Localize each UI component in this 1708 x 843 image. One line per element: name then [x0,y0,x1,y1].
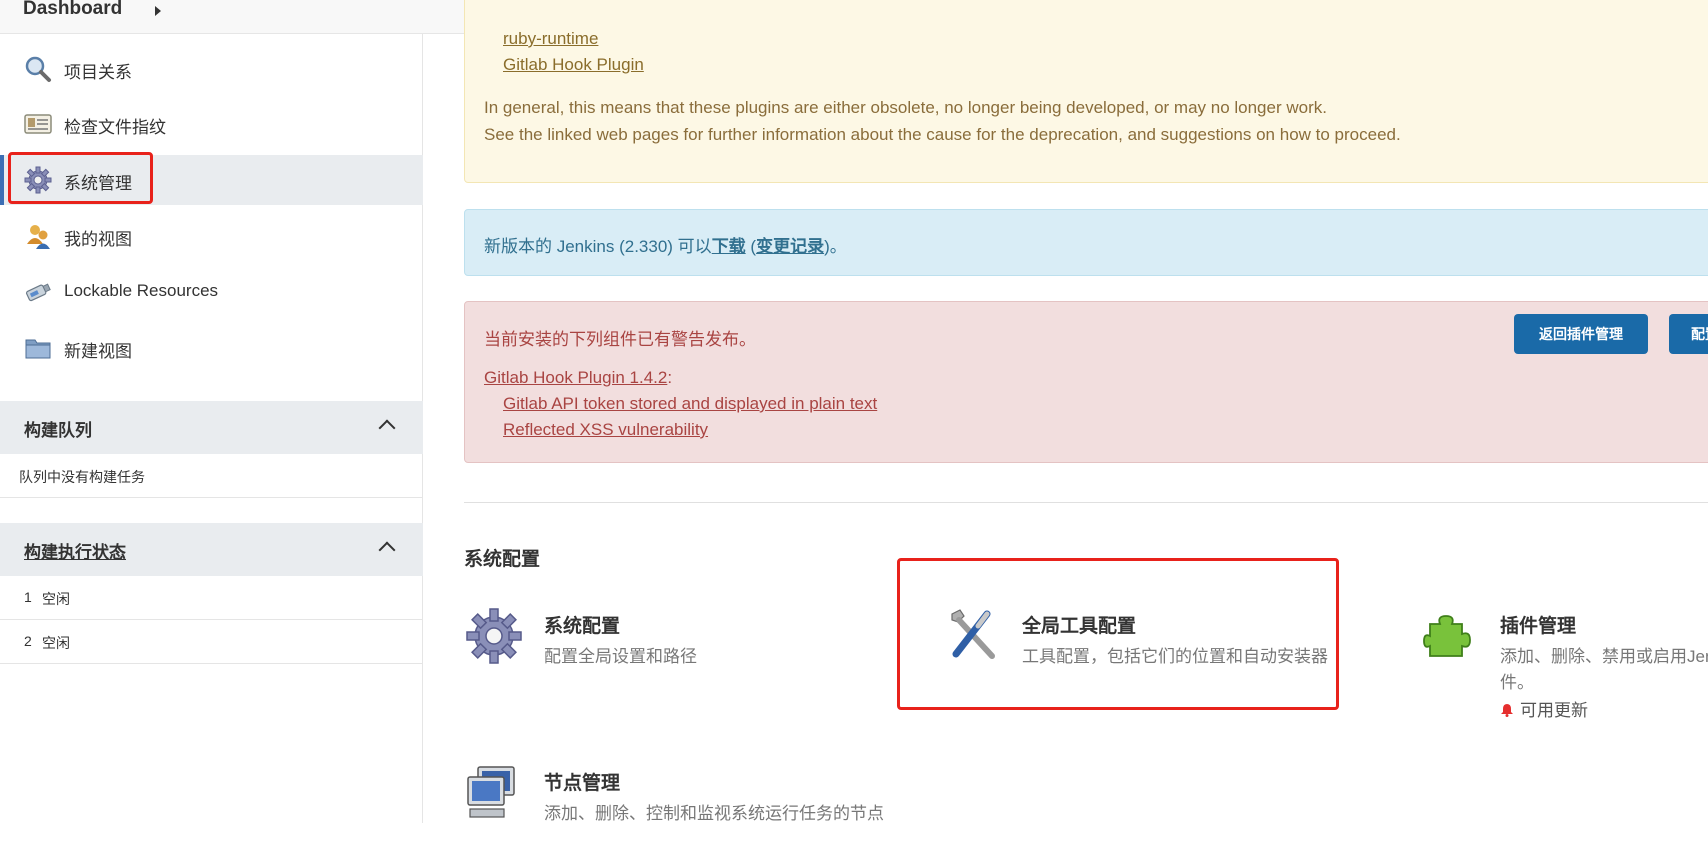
executor-number: 2 [24,633,32,649]
search-icon [25,56,51,82]
collapse-chevron-icon[interactable] [378,419,396,437]
update-alert: 新版本的 Jenkins (2.330) 可以下载 (变更记录)。 [464,209,1708,276]
manage-item-configure-system[interactable]: 系统配置 配置全局设置和路径 [464,606,884,686]
warning-plugin-link[interactable]: Gitlab Hook Plugin 1.4.2 [484,368,667,387]
executor-number: 1 [24,589,32,605]
manage-item-desc: 添加、删除、禁用或启用Jenkins插 [1500,647,1708,666]
gear-icon [466,608,522,664]
update-suffix: )。 [824,237,847,256]
download-link[interactable]: 下载 [712,237,746,256]
puzzle-icon [1423,615,1471,657]
deprecation-alert: ruby-runtime Gitlab Hook Plugin In gener… [464,0,1708,183]
back-to-plugins-button[interactable]: 返回插件管理 [1514,314,1648,354]
sidebar-item-label: Lockable Resources [64,281,219,300]
manage-item-nodes[interactable]: 节点管理 添加、删除、控制和监视系统运行任务的节点 [464,763,884,843]
collapse-chevron-icon[interactable] [378,541,396,559]
divider [464,502,1708,503]
updates-available[interactable]: 可用更新 [1500,696,1588,721]
manage-item-desc: 配置全局设置和路径 [544,647,697,666]
executor-row: 1 空闲 [0,576,423,620]
section-title: 系统配置 [464,549,541,570]
breadcrumb-arrow-icon[interactable] [155,6,161,16]
build-queue-title: 构建队列 [24,421,92,440]
executor-status-header[interactable]: 构建执行状态 [0,523,423,576]
configure-button[interactable]: 配置 [1669,314,1708,354]
folder-icon [25,339,51,359]
warning-plugin-line: Gitlab Hook Plugin 1.4.2: [484,368,672,388]
warning-issue-link[interactable]: Gitlab API token stored and displayed in… [503,394,877,414]
users-icon [27,225,50,249]
deprecation-text: See the linked web pages for further inf… [484,125,1401,144]
update-prefix: 新版本的 Jenkins (2.330) 可以 [484,237,712,256]
executor-status: 空闲 [42,591,70,607]
warning-issue-link[interactable]: Reflected XSS vulnerability [503,420,708,440]
executor-status: 空闲 [42,635,70,651]
breadcrumb-dashboard[interactable]: Dashboard [23,0,122,20]
build-queue-empty: 队列中没有构建任务 [0,454,423,498]
sidebar-item-label: 检查文件指纹 [64,118,166,137]
usb-drive-icon [25,283,51,302]
update-text: 新版本的 Jenkins (2.330) 可以下载 (变更记录)。 [484,232,847,257]
changelog-link[interactable]: 变更记录 [756,237,824,256]
manage-item-title: 插件管理 [1500,616,1577,637]
manage-item-desc: 件。 [1500,673,1534,692]
open-paren: ( [745,237,757,256]
sidebar-item-fingerprint[interactable]: 检查文件指纹 [0,99,423,149]
security-warning-alert: 当前安装的下列组件已有警告发布。 Gitlab Hook Plugin 1.4.… [464,301,1708,463]
colon: : [667,368,673,387]
manage-item-title: 系统配置 [544,616,621,637]
fingerprint-icon [24,114,52,134]
highlight-box-global-tool-config [897,558,1339,710]
highlight-box-manage-jenkins [8,152,153,204]
sidebar-item-label: 我的视图 [64,230,132,249]
sidebar-item-new-view[interactable]: 新建视图 [0,323,423,373]
sidebar-item-project-relationship[interactable]: 项目关系 [0,44,423,94]
plugin-link[interactable]: ruby-runtime [503,29,598,49]
computer-icon [467,766,515,818]
manage-item-title: 节点管理 [544,773,621,794]
manage-item-desc: 添加、删除、控制和监视系统运行任务的节点 [544,804,884,823]
sidebar: 项目关系 检查文件指纹 系统管理 我的视图 Lockable Resources… [0,34,423,823]
active-indicator [0,155,4,205]
deprecation-text: In general, this means that these plugin… [484,98,1327,117]
executor-status-title[interactable]: 构建执行状态 [24,538,126,563]
sidebar-item-label: 新建视图 [64,342,132,361]
bell-icon [1501,704,1513,717]
manage-item-plugin-manager[interactable]: 插件管理 添加、删除、禁用或启用Jenkins插 件。 可用更新 [1420,606,1708,720]
warning-title: 当前安装的下列组件已有警告发布。 [484,330,756,349]
build-queue-empty-text: 队列中没有构建任务 [19,469,145,485]
main-content: ruby-runtime Gitlab Hook Plugin In gener… [464,0,1708,823]
sidebar-item-lockable-resources[interactable]: Lockable Resources [0,267,423,317]
updates-available-label: 可用更新 [1520,701,1588,720]
build-queue-header[interactable]: 构建队列 [0,401,423,454]
sidebar-item-my-views[interactable]: 我的视图 [0,211,423,261]
executor-row: 2 空闲 [0,620,423,664]
sidebar-item-label: 项目关系 [64,63,132,82]
plugin-link[interactable]: Gitlab Hook Plugin [503,55,644,75]
